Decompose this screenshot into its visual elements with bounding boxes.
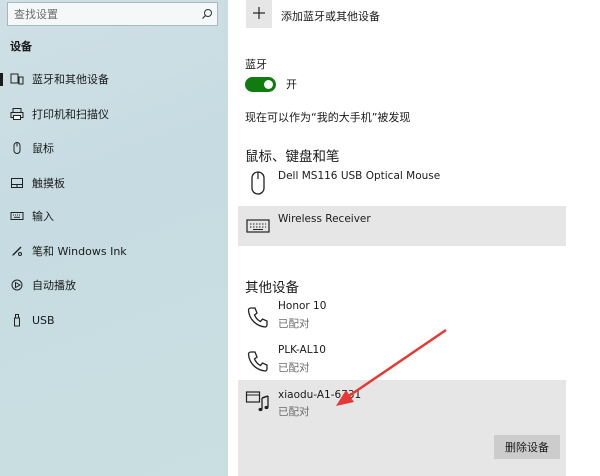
keyboard-icon (245, 213, 271, 239)
bluetooth-label: 蓝牙 (245, 58, 267, 71)
sidebar-item-label: 打印机和扫描仪 (32, 108, 109, 121)
sidebar-item-label: 鼠标 (32, 142, 54, 155)
bluetooth-toggle[interactable] (245, 76, 276, 92)
remove-device-button[interactable]: 删除设备 (494, 435, 560, 459)
search-placeholder: 查找设置 (14, 8, 58, 21)
search-input[interactable]: 查找设置 (7, 2, 218, 26)
device-status: 已配对 (278, 318, 310, 330)
device-honor-10[interactable]: Honor 10 已配对 (238, 297, 566, 337)
keyboard-icon (10, 209, 24, 223)
sidebar-item-usb[interactable]: USB (0, 308, 228, 332)
touchpad-icon (10, 176, 24, 190)
sidebar-title: 设备 (10, 40, 32, 53)
sidebar-item-bluetooth[interactable]: 蓝牙和其他设备 (0, 67, 228, 91)
device-status: 已配对 (278, 406, 310, 418)
mouse-icon (245, 170, 271, 196)
sidebar-item-autoplay[interactable]: 自动播放 (0, 273, 228, 297)
phone-icon (245, 304, 271, 330)
autoplay-icon (10, 278, 24, 292)
sidebar-item-label: 蓝牙和其他设备 (32, 73, 109, 86)
selected-indicator (0, 73, 3, 86)
sidebar-item-label: 输入 (32, 210, 54, 223)
device-mouse[interactable]: Dell MS116 USB Optical Mouse (238, 163, 566, 203)
device-wireless-receiver[interactable]: Wireless Receiver (238, 206, 566, 246)
pen-icon (10, 244, 24, 258)
device-name: PLK-AL10 (278, 344, 326, 356)
main-panel: 添加蓝牙或其他设备 蓝牙 开 现在可以作为“我的大手机”被发现 鼠标、键盘和笔 … (228, 0, 600, 476)
usb-icon (10, 313, 24, 327)
toggle-knob (264, 79, 273, 89)
add-device-label: 添加蓝牙或其他设备 (281, 10, 380, 23)
printer-icon (10, 107, 24, 121)
device-plk-al10[interactable]: PLK-AL10 已配对 (238, 341, 566, 381)
settings-sidebar: 查找设置 设备 蓝牙和其他设备 打印机和扫描仪 鼠标 触摸板 输入 笔和 Win… (0, 0, 228, 476)
device-xiaodu[interactable]: xiaodu-A1-6731 已配对 (238, 380, 566, 476)
sidebar-item-label: 自动播放 (32, 279, 76, 292)
bluetooth-state: 开 (286, 78, 297, 91)
plus-icon (246, 0, 272, 28)
phone-icon (245, 348, 271, 374)
other-devices-title: 其他设备 (245, 280, 299, 296)
sidebar-item-printers[interactable]: 打印机和扫描仪 (0, 102, 228, 126)
sidebar-item-label: USB (32, 313, 55, 327)
sidebar-item-pen[interactable]: 笔和 Windows Ink (0, 239, 228, 263)
device-name: Honor 10 (278, 300, 327, 312)
mouse-icon (10, 141, 24, 155)
discoverable-text: 现在可以作为“我的大手机”被发现 (245, 111, 411, 124)
media-device-icon (245, 389, 271, 415)
device-status: 已配对 (278, 362, 310, 374)
sidebar-item-label: 笔和 Windows Ink (32, 245, 127, 258)
add-device-button[interactable]: 添加蓝牙或其他设备 (246, 0, 526, 34)
device-name: Wireless Receiver (278, 213, 371, 225)
search-icon[interactable] (197, 8, 217, 20)
bluetooth-toggle-row: 开 (245, 76, 297, 92)
device-name: xiaodu-A1-6731 (278, 389, 362, 401)
sidebar-item-touchpad[interactable]: 触摸板 (0, 171, 228, 195)
sidebar-item-typing[interactable]: 输入 (0, 204, 228, 228)
sidebar-item-label: 触摸板 (32, 177, 65, 190)
device-name: Dell MS116 USB Optical Mouse (278, 170, 441, 182)
sidebar-item-mouse[interactable]: 鼠标 (0, 136, 228, 160)
bluetooth-devices-icon (10, 72, 24, 86)
mouse-keyboard-pen-title: 鼠标、键盘和笔 (245, 149, 340, 165)
